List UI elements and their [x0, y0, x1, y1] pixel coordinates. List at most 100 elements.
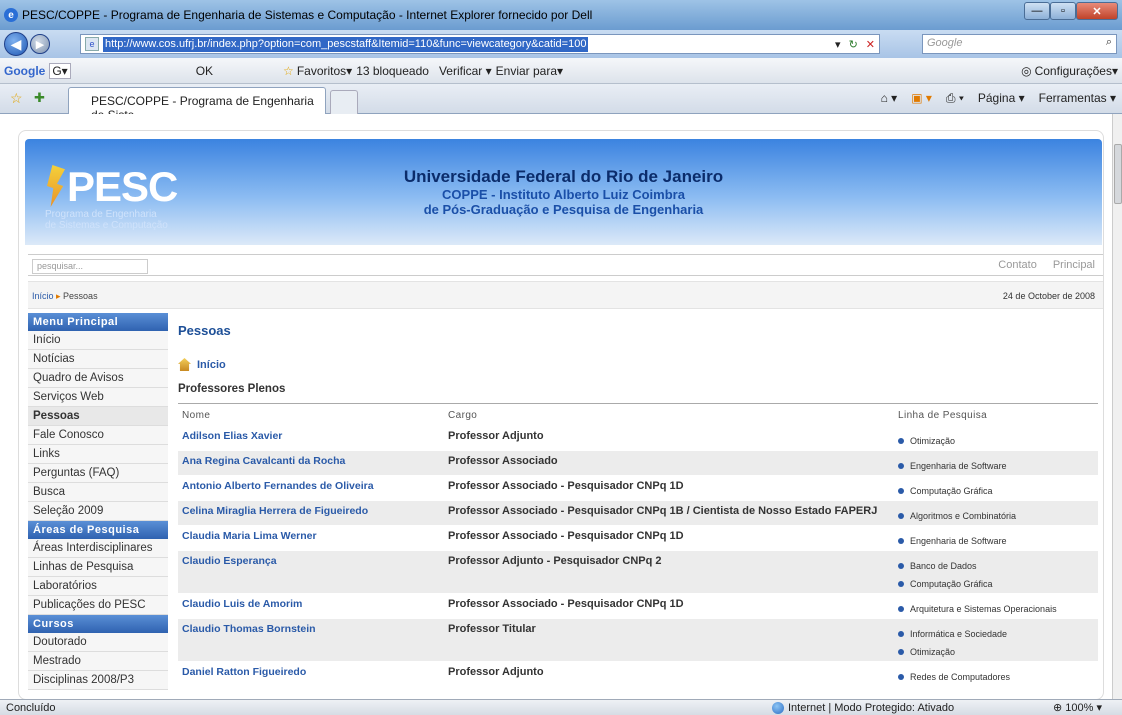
person-name-link[interactable]: Claudia Maria Lima Werner: [178, 526, 448, 550]
search-placeholder: Google: [927, 37, 963, 49]
table-row: Claudio Luis de Amorim Professor Associad…: [178, 594, 1098, 619]
add-favorite-icon[interactable]: ✚: [34, 90, 45, 106]
close-button[interactable]: ✕: [1076, 2, 1118, 20]
research-line-link[interactable]: Engenharia de Software: [898, 455, 1098, 473]
feeds-icon[interactable]: ▣ ▾: [911, 91, 932, 106]
zoom-level[interactable]: ⊕ 100% ▾: [1053, 701, 1102, 714]
minimize-button[interactable]: —: [1024, 2, 1050, 20]
person-name-link[interactable]: Claudio Esperança: [178, 551, 448, 593]
sidebar-item[interactable]: Notícias: [28, 350, 168, 369]
person-cargo: Professor Titular: [448, 623, 536, 635]
spellcheck-button[interactable]: Verificar ▾: [439, 64, 492, 78]
home-link[interactable]: Início: [178, 358, 1098, 371]
page-menu[interactable]: Página ▾: [978, 91, 1025, 106]
bullet-icon: [898, 563, 904, 569]
research-lines: Informática e Sociedade Otimização: [898, 619, 1098, 661]
contato-link[interactable]: Contato: [998, 259, 1037, 271]
status-text: Concluído: [6, 701, 56, 714]
refresh-icon[interactable]: ↻: [849, 38, 858, 51]
new-tab-button[interactable]: [330, 90, 358, 114]
sidebar-item[interactable]: Mestrado: [28, 652, 168, 671]
ok-button[interactable]: OK: [196, 64, 213, 78]
print-icon[interactable]: ⎙ ▾: [946, 91, 964, 106]
university-heading: Universidade Federal do Rio de Janeiro C…: [403, 167, 724, 217]
popup-blocker-button[interactable]: 13 bloqueado: [356, 64, 429, 78]
current-date: 24 de October de 2008: [1002, 291, 1095, 301]
table-row: Celina Miraglia Herrera de Figueiredo Pro…: [178, 501, 1098, 526]
sidebar-item[interactable]: Busca: [28, 483, 168, 502]
back-button[interactable]: ◀: [4, 32, 28, 56]
section-heading: Professores Plenos: [178, 383, 1098, 404]
research-lines: Engenharia de Software: [898, 451, 1098, 475]
stop-icon[interactable]: ✕: [866, 38, 875, 51]
sidebar-item[interactable]: Links: [28, 445, 168, 464]
bullet-icon: [898, 631, 904, 637]
vertical-scrollbar[interactable]: [1112, 114, 1122, 699]
principal-link[interactable]: Principal: [1053, 259, 1095, 271]
col-nome: Nome: [182, 410, 211, 421]
dropdown-icon[interactable]: ▾: [835, 38, 841, 51]
sidebar-item[interactable]: Serviços Web: [28, 388, 168, 407]
research-lines: Otimização: [898, 426, 1098, 450]
home-icon[interactable]: ⌂ ▾: [881, 91, 898, 106]
forward-button[interactable]: ▶: [30, 34, 50, 54]
search-input[interactable]: Google ⌕: [922, 34, 1117, 54]
maximize-button[interactable]: ▫: [1050, 2, 1076, 20]
scrollbar-thumb[interactable]: [1114, 144, 1122, 204]
table-row: Claudio Esperança Professor Adjunto - Pes…: [178, 551, 1098, 594]
person-name-link[interactable]: Antonio Alberto Fernandes de Oliveira: [178, 476, 448, 500]
sidebar-item[interactable]: Pessoas: [28, 407, 168, 426]
tab-pesc[interactable]: PESC/COPPE - Programa de Engenharia de S…: [68, 87, 326, 122]
person-cargo: Professor Associado - Pesquisador CNPq 1…: [448, 530, 684, 542]
settings-button[interactable]: ◎ Configurações▾: [1021, 64, 1118, 78]
person-name-link[interactable]: Claudio Thomas Bornstein: [178, 619, 448, 661]
table-header: Nome Cargo Linha de Pesquisa: [178, 410, 1098, 426]
breadcrumb-home[interactable]: Início: [32, 291, 54, 301]
person-name-link[interactable]: Daniel Ratton Figueiredo: [178, 662, 448, 686]
sidebar-item[interactable]: Publicações do PESC: [28, 596, 168, 615]
page-viewport: PESC Programa de Engenharia de Sistemas …: [0, 114, 1112, 699]
url-field[interactable]: e http://www.cos.ufrj.br/index.php?optio…: [80, 34, 880, 54]
research-line-link[interactable]: Informática e Sociedade: [898, 623, 1098, 641]
research-line-link[interactable]: Redes de Computadores: [898, 666, 1098, 684]
research-line-link[interactable]: Banco de Dados: [898, 555, 1098, 573]
bullet-icon: [898, 463, 904, 469]
sidebar-item[interactable]: Linhas de Pesquisa: [28, 558, 168, 577]
favorites-star-icon[interactable]: ☆: [10, 90, 23, 107]
person-cargo: Professor Associado - Pesquisador CNPq 1…: [448, 505, 878, 517]
send-to-button[interactable]: Enviar para▾: [496, 64, 563, 78]
menu-heading-cursos: Cursos: [28, 615, 168, 633]
sidebar-item[interactable]: Áreas Interdisciplinares: [28, 539, 168, 558]
security-zone[interactable]: Internet | Modo Protegido: Ativado: [772, 701, 954, 714]
research-line-link[interactable]: Engenharia de Software: [898, 530, 1098, 548]
tools-menu[interactable]: Ferramentas ▾: [1039, 91, 1116, 106]
research-line-link[interactable]: Computação Gráfica: [898, 480, 1098, 498]
person-name-link[interactable]: Celina Miraglia Herrera de Figueiredo: [178, 501, 448, 525]
site-search-input[interactable]: pesquisar...: [32, 259, 148, 274]
google-logo: Google: [4, 63, 46, 78]
home-icon: [178, 358, 191, 371]
research-line-link[interactable]: Algoritmos e Combinatória: [898, 505, 1098, 523]
research-line-link[interactable]: Otimização: [898, 641, 1098, 659]
favorites-button[interactable]: ☆ Favoritos▾: [283, 64, 352, 78]
research-lines: Engenharia de Software: [898, 526, 1098, 550]
person-name-link[interactable]: Claudio Luis de Amorim: [178, 594, 448, 618]
sidebar-item[interactable]: Disciplinas 2008/P3: [28, 671, 168, 690]
research-line-link[interactable]: Otimização: [898, 430, 1098, 448]
sidebar-item[interactable]: Laboratórios: [28, 577, 168, 596]
research-line-link[interactable]: Computação Gráfica: [898, 573, 1098, 591]
sidebar-item[interactable]: Seleção 2009: [28, 502, 168, 521]
bullet-icon: [898, 438, 904, 444]
sidebar-item[interactable]: Fale Conosco: [28, 426, 168, 445]
person-name-link[interactable]: Adilson Elias Xavier: [178, 426, 448, 450]
breadcrumb: Início ▸ Pessoas 24 de October de 2008: [28, 281, 1103, 309]
search-icon[interactable]: ⌕: [1106, 36, 1112, 49]
sidebar-item[interactable]: Quadro de Avisos: [28, 369, 168, 388]
person-name-link[interactable]: Ana Regina Cavalcanti da Rocha: [178, 451, 448, 475]
google-g-button[interactable]: G▾: [49, 62, 71, 79]
sidebar-item[interactable]: Perguntas (FAQ): [28, 464, 168, 483]
research-line-link[interactable]: Arquitetura e Sistemas Operacionais: [898, 598, 1098, 616]
sidebar-item[interactable]: Início: [28, 331, 168, 350]
main-content: Pessoas Início Professores Plenos Nome C…: [178, 313, 1098, 687]
sidebar-item[interactable]: Doutorado: [28, 633, 168, 652]
